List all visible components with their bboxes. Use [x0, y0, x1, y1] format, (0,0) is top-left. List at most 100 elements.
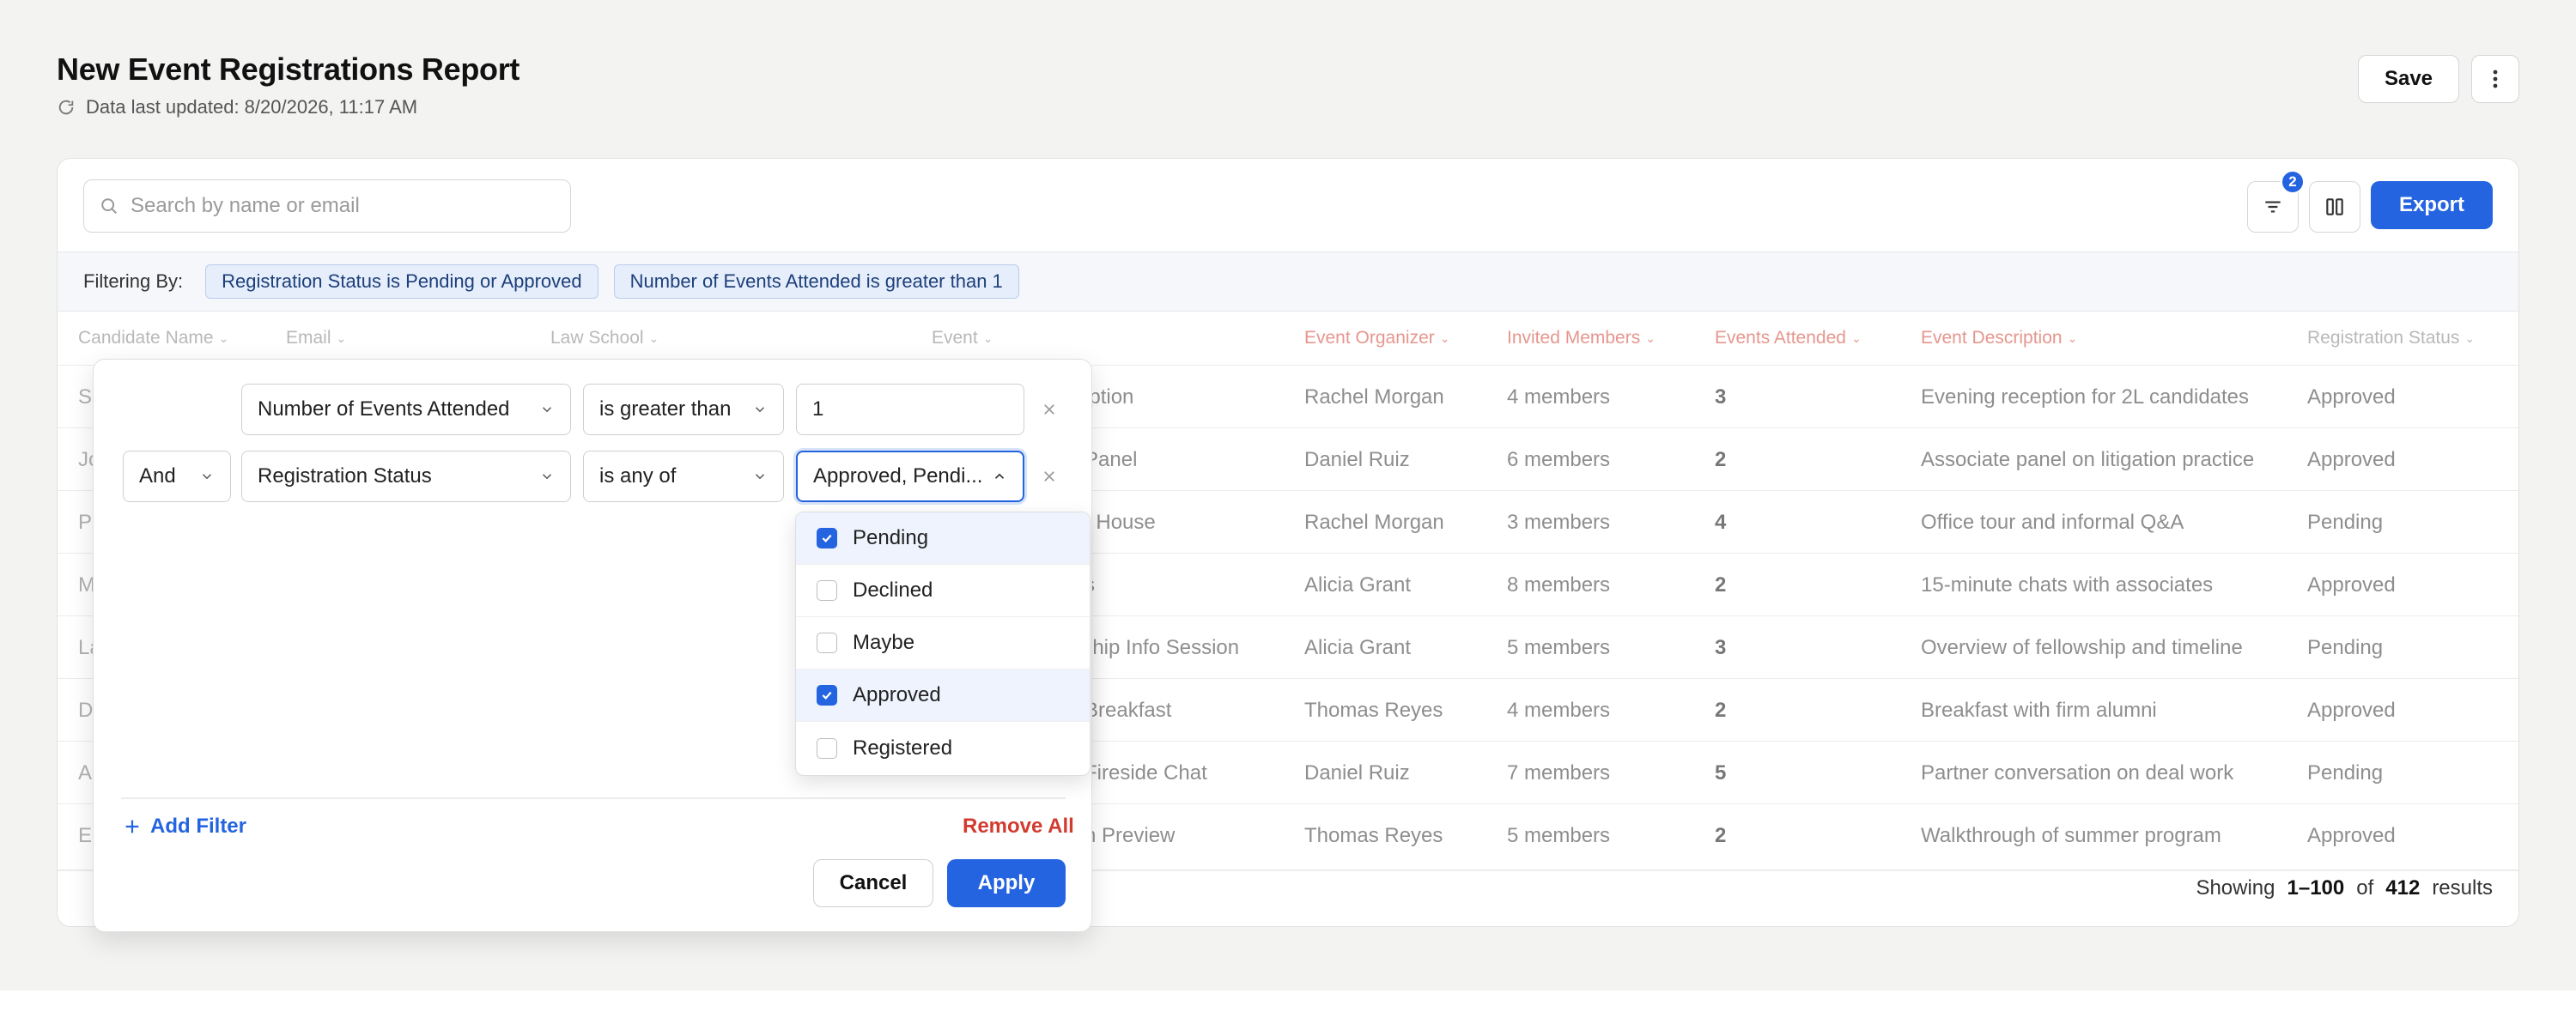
filter-value-input[interactable]: 1 — [796, 384, 1024, 435]
option-label: Declined — [853, 579, 933, 602]
cell-attended: 4 — [1715, 510, 1727, 534]
cell-first: S — [78, 385, 93, 409]
option-approved[interactable]: Approved — [796, 670, 1090, 722]
results-range: 1–100 — [2287, 876, 2345, 900]
export-button[interactable]: Export — [2371, 181, 2493, 229]
panel-divider — [121, 797, 1066, 799]
filter-chip[interactable]: Registration Status is Pending or Approv… — [205, 264, 598, 299]
page-title: New Event Registrations Report — [57, 52, 520, 87]
option-label: Pending — [853, 526, 929, 549]
checkbox[interactable] — [817, 685, 837, 706]
cell-invited: 5 members — [1507, 635, 1611, 659]
filter-operator-select[interactable]: is any of — [583, 451, 784, 502]
cell-description: 15-minute chats with associates — [1921, 573, 2214, 597]
cell-invited: 4 members — [1507, 385, 1611, 409]
filter-operator-select[interactable]: is greater than — [583, 384, 784, 435]
option-registered[interactable]: Registered — [796, 722, 1090, 774]
chevron-up-icon — [994, 473, 1005, 479]
filter-conjunction-select[interactable]: And — [123, 451, 231, 502]
filter-field-select[interactable]: Registration Status — [241, 451, 571, 502]
cell-attended: 2 — [1715, 823, 1727, 847]
results-showing: Showing — [2196, 876, 2275, 900]
search-box[interactable] — [83, 179, 571, 233]
filter-field-select[interactable]: Number of Events Attended — [241, 384, 571, 435]
last-updated-text: Data last updated: 8/20/2026, 11:17 AM — [86, 96, 418, 118]
cell-status: Approved — [2307, 823, 2396, 847]
check-icon — [822, 534, 832, 542]
cell-invited: 5 members — [1507, 823, 1611, 847]
column-header-candidate-name[interactable]: Candidate Name ⌄ — [78, 312, 228, 365]
check-icon — [822, 691, 832, 700]
results-suffix: results — [2432, 876, 2493, 900]
option-pending[interactable]: Pending — [796, 512, 1090, 565]
filter-button[interactable]: 2 — [2247, 170, 2305, 233]
cell-attended: 3 — [1715, 385, 1727, 409]
filter-chip[interactable]: Number of Events Attended is greater tha… — [613, 264, 1019, 299]
results-summary: Showing 1–100 of 412 results — [2196, 876, 2493, 900]
option-label: Maybe — [853, 631, 915, 654]
cell-organizer: Rachel Morgan — [1304, 385, 1444, 409]
column-label: Event Description — [1921, 328, 2063, 348]
save-button[interactable]: Save — [2358, 55, 2459, 103]
chevron-down-icon — [542, 407, 552, 413]
select-value: Registration Status — [258, 464, 432, 488]
chevron-down-icon — [542, 474, 552, 480]
checkbox[interactable] — [817, 528, 837, 548]
chevron-down-icon — [202, 474, 212, 480]
cell-organizer: Alicia Grant — [1304, 635, 1412, 659]
cell-invited: 8 members — [1507, 573, 1611, 597]
table-header: Candidate Name ⌄ Email ⌄ Law School ⌄ Event… — [58, 312, 2518, 365]
add-filter-label: Add Filter — [150, 815, 246, 838]
column-header-events-attended[interactable]: Events Attended ⌄ — [1715, 312, 1862, 365]
select-value: is greater than — [599, 397, 732, 421]
column-header-law-school[interactable]: Law School ⌄ — [550, 312, 659, 365]
column-label: Event — [932, 328, 978, 348]
filter-count-badge: 2 — [2281, 170, 2305, 194]
cell-organizer: Thomas Reyes — [1304, 698, 1443, 722]
chevron-down-icon: ⌄ — [1645, 330, 1656, 345]
cell-first: E — [78, 823, 93, 847]
more-options-button[interactable] — [2471, 55, 2519, 103]
plus-icon — [125, 820, 139, 833]
column-header-event-organizer[interactable]: Event Organizer ⌄ — [1304, 312, 1449, 365]
checkbox[interactable] — [817, 580, 837, 601]
remove-all-button[interactable]: Remove All — [963, 815, 1074, 839]
apply-button[interactable]: Apply — [947, 859, 1066, 907]
add-filter-button[interactable]: Add Filter — [123, 815, 246, 839]
column-header-event-description[interactable]: Event Description ⌄ — [1921, 312, 2077, 365]
column-header-invited-members[interactable]: Invited Members ⌄ — [1507, 312, 1656, 365]
cell-first: A — [78, 760, 93, 785]
checkbox[interactable] — [817, 633, 837, 653]
select-value: Number of Events Attended — [258, 397, 510, 421]
column-label: Invited Members — [1507, 328, 1641, 348]
checkbox[interactable] — [817, 737, 837, 759]
cell-description: Partner conversation on deal work — [1921, 760, 2234, 785]
option-declined[interactable]: Declined — [796, 565, 1090, 617]
cell-attended: 2 — [1715, 573, 1727, 597]
option-maybe[interactable]: Maybe — [796, 617, 1090, 670]
column-header-email[interactable]: Email ⌄ — [286, 312, 346, 365]
cell-status: Pending — [2307, 635, 2384, 659]
filter-icon — [2265, 201, 2281, 213]
select-value: Approved, Pendi... — [813, 464, 983, 488]
filter-value-multiselect[interactable]: Approved, Pendi... — [796, 451, 1024, 502]
columns-button[interactable] — [2309, 181, 2360, 233]
chevron-down-icon: ⌄ — [336, 330, 347, 345]
filtering-by-label: Filtering By: — [83, 270, 184, 292]
input-value: 1 — [812, 397, 824, 421]
remove-filter-button[interactable] — [1036, 397, 1062, 422]
cell-description: Evening reception for 2L candidates — [1921, 385, 2250, 409]
cell-attended: 2 — [1715, 447, 1727, 471]
remove-filter-button[interactable] — [1036, 464, 1062, 489]
results-total: 412 — [2385, 876, 2421, 900]
column-header-event[interactable]: Event ⌄ — [932, 312, 993, 365]
cell-status: Approved — [2307, 447, 2396, 471]
cell-attended: 2 — [1715, 698, 1727, 722]
close-icon — [1044, 471, 1054, 482]
search-input[interactable] — [131, 194, 543, 218]
cancel-button[interactable]: Cancel — [813, 859, 933, 907]
cell-attended: 5 — [1715, 760, 1727, 785]
column-label: Registration Status — [2307, 328, 2460, 348]
column-header-registration-status[interactable]: Registration Status ⌄ — [2307, 312, 2475, 365]
cell-organizer: Daniel Ruiz — [1304, 447, 1410, 471]
